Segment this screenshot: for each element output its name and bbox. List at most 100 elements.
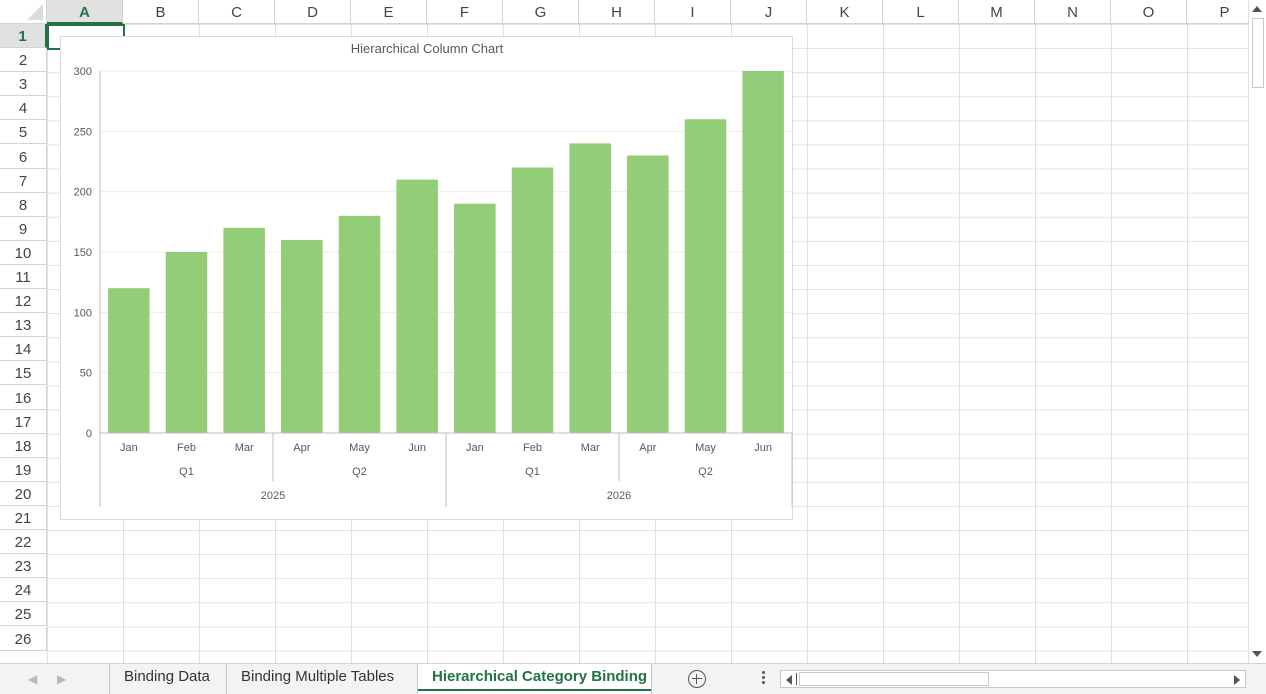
row-header-20[interactable]: 20 [0,481,47,506]
scroll-right-icon[interactable] [1234,675,1240,685]
row-header-19[interactable]: 19 [0,457,47,482]
row-header-25[interactable]: 25 [0,602,47,627]
bar [454,203,496,433]
row-header-11[interactable]: 11 [0,265,47,290]
column-header-o[interactable]: O [1111,0,1187,24]
scroll-left-icon[interactable] [786,675,792,685]
x-tick-label: May [695,442,716,454]
column-header-i[interactable]: I [655,0,731,24]
year-label: 2025 [261,490,285,502]
tab-hierarchical-category-binding[interactable]: Hierarchical Category Binding [417,664,652,694]
column-header-g[interactable]: G [503,0,579,24]
column-header-b[interactable]: B [123,0,199,24]
tab-label: Hierarchical Category Binding [432,668,648,685]
vertical-scroll-thumb[interactable] [1252,18,1264,88]
quarter-label: Q2 [698,466,713,478]
x-tick-label: Mar [581,442,600,454]
row-header-24[interactable]: 24 [0,578,47,603]
row-header-22[interactable]: 22 [0,530,47,555]
column-header-m[interactable]: M [959,0,1035,24]
row-header-26[interactable]: 26 [0,626,47,651]
more-options-icon[interactable] [762,671,766,685]
horizontal-scroll-thumb[interactable] [799,672,989,686]
row-header-10[interactable]: 10 [0,240,47,265]
row-header-15[interactable]: 15 [0,361,47,386]
column-header-a[interactable]: A [47,0,123,24]
row-header-5[interactable]: 5 [0,120,47,145]
row-header-3[interactable]: 3 [0,72,47,97]
x-tick-label: Apr [293,442,310,454]
column-header-e[interactable]: E [351,0,427,24]
horizontal-scrollbar[interactable] [780,670,1246,688]
sheet-tab-bar: ◀ ▶ Binding Data Binding Multiple Tables… [0,663,1266,694]
tab-next-icon[interactable]: ▶ [57,672,66,686]
row-header-4[interactable]: 4 [0,96,47,121]
column-header-f[interactable]: F [427,0,503,24]
row-header-17[interactable]: 17 [0,409,47,434]
active-tab-underline [418,689,651,691]
hierarchical-column-chart[interactable]: Hierarchical Column Chart 0 50 100 150 200 25… [60,36,793,520]
bar [338,215,381,433]
column-header-n[interactable]: N [1035,0,1111,24]
row-header-18[interactable]: 18 [0,433,47,458]
row-header-21[interactable]: 21 [0,506,47,531]
x-tick-label: Feb [177,442,196,454]
quarter-label: Q1 [179,466,194,478]
bar [511,167,554,434]
x-tick-label: Jan [120,442,138,454]
scroll-down-icon[interactable] [1252,651,1262,657]
row-header-16[interactable]: 16 [0,385,47,410]
y-tick-label: 300 [74,66,92,78]
y-tick-label: 0 [86,428,92,440]
column-header-d[interactable]: D [275,0,351,24]
vertical-scrollbar[interactable] [1248,0,1266,663]
bar [281,239,323,433]
select-all-corner[interactable] [0,0,47,24]
scroll-divider [796,673,797,685]
row-header-2[interactable]: 2 [0,48,47,73]
quarter-label: Q2 [352,466,367,478]
y-tick-label: 100 [74,307,92,319]
tab-prev-icon[interactable]: ◀ [28,672,37,686]
row-header-13[interactable]: 13 [0,313,47,338]
bar [108,288,150,433]
y-tick-label: 250 [74,126,92,138]
column-header-l[interactable]: L [883,0,959,24]
bar [396,179,438,433]
bar [223,227,265,433]
x-tick-label: Feb [523,442,542,454]
year-label: 2026 [607,490,631,502]
bar [742,71,784,433]
x-tick-label: Apr [639,442,656,454]
row-header-7[interactable]: 7 [0,168,47,193]
chart-title: Hierarchical Column Chart [351,41,504,56]
tab-binding-multiple-tables[interactable]: Binding Multiple Tables [226,664,408,694]
row-header-1[interactable]: 1 [0,24,47,49]
bar [165,252,208,433]
x-tick-label: Jun [754,442,772,454]
y-tick-label: 150 [74,247,92,259]
row-header-14[interactable]: 14 [0,337,47,362]
column-header-h[interactable]: H [579,0,655,24]
quarter-label: Q1 [525,466,540,478]
x-tick-label: Jan [466,442,484,454]
bar [627,155,669,433]
column-header-k[interactable]: K [807,0,883,24]
row-header-23[interactable]: 23 [0,554,47,579]
column-header-j[interactable]: J [731,0,807,24]
column-header-p[interactable]: P [1187,0,1248,24]
y-tick-label: 200 [74,187,92,199]
chart-svg: Hierarchical Column Chart 0 50 100 150 200 25… [74,41,793,507]
scroll-up-icon[interactable] [1252,6,1262,12]
column-header-c[interactable]: C [199,0,275,24]
worksheet[interactable]: ABCDEFGHIJKLMNOP 1 2 3 4 5 6 7 8 9 10 11 12 13 14 15 16… [0,0,1248,663]
bar [684,119,727,434]
row-header-6[interactable]: 6 [0,144,47,169]
x-tick-label: Mar [235,442,254,454]
y-tick-label: 50 [80,368,92,380]
add-sheet-icon[interactable] [688,670,706,688]
row-header-8[interactable]: 8 [0,192,47,217]
tab-binding-data[interactable]: Binding Data [109,664,224,694]
row-header-9[interactable]: 9 [0,216,47,241]
row-header-12[interactable]: 12 [0,289,47,314]
